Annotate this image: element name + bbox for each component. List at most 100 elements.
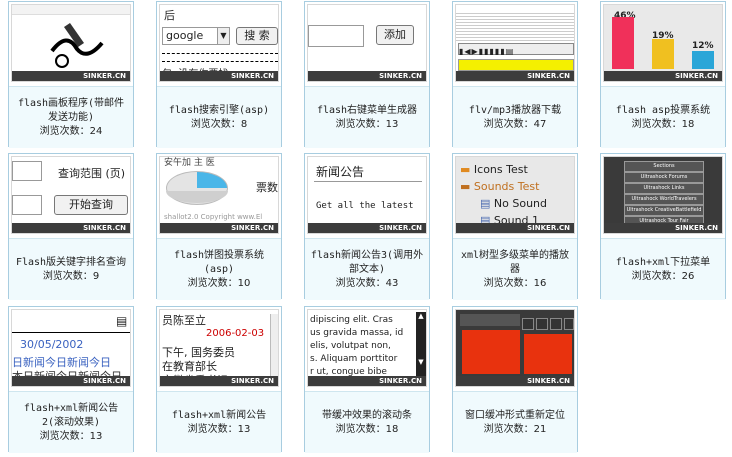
card-1[interactable]: SINKER.CN flash画板程序(带邮件发送功能) 浏览次数：24: [8, 1, 134, 148]
add-button: 添加: [376, 25, 414, 45]
watermark: SINKER.CN: [308, 223, 426, 233]
thumbnail[interactable]: 后 google ▼ 搜 索 包, 没有你要找 SINKER.CN: [159, 4, 279, 82]
card-4[interactable]: ▮◀▶▮▮▮▮▮▤ SINKER.CN flv/mp3播放器下载 浏览次数：47: [452, 1, 578, 148]
view-count: 浏览次数：8: [190, 118, 248, 130]
card-8[interactable]: 新闻公告 Get all the latest SINKER.CN flash新…: [304, 153, 430, 300]
range-label: 查询范围 (页): [58, 167, 126, 180]
search-button: 搜 索: [236, 27, 278, 45]
watermark: SINKER.CN: [12, 71, 130, 81]
view-count: 浏览次数：9: [42, 270, 100, 282]
watermark: SINKER.CN: [604, 223, 722, 233]
vote-bar: [692, 51, 714, 69]
card-caption: flash asp投票系统 浏览次数：18: [601, 86, 725, 148]
thumbnail[interactable]: ▤ 30/05/2002 日新闻今日新闻今日 本日新闻今日新闻今日 SINKER…: [11, 309, 131, 387]
view-count: 浏览次数：21: [483, 423, 547, 435]
text-input: [308, 25, 364, 47]
watermark: SINKER.CN: [12, 223, 130, 233]
scrollbar: ▲ ▼: [416, 312, 426, 376]
drawing-icon: [50, 23, 104, 68]
card-title[interactable]: 窗口缓冲形式重新定位: [465, 409, 565, 423]
card-title[interactable]: Flash版关键字排名查询: [16, 256, 126, 270]
view-count: 浏览次数：43: [335, 277, 399, 289]
watermark: SINKER.CN: [308, 376, 426, 386]
watermark: SINKER.CN: [160, 223, 278, 233]
scrollbar: [270, 314, 278, 376]
news-line: Get all the latest: [316, 201, 414, 211]
thumbnail[interactable]: Sections Ultrashock Forums Ultrashock Li…: [603, 156, 723, 234]
card-10[interactable]: Sections Ultrashock Forums Ultrashock Li…: [600, 153, 726, 300]
card-9[interactable]: ▬ Icons Test ▬ Sounds Test ▤ No Sound ▤ …: [452, 153, 578, 300]
card-5[interactable]: 46% 19% 12% SINKER.CN flash asp投票系统 浏览次数…: [600, 1, 726, 148]
watermark: SINKER.CN: [456, 376, 574, 386]
thumbnail[interactable]: 查询范围 (页) 开始查询 SINKER.CN: [11, 156, 131, 234]
search-engine-select: google ▼: [162, 27, 230, 45]
thumbnail[interactable]: SINKER.CN: [11, 4, 131, 82]
text-input: [12, 195, 42, 215]
card-title[interactable]: flash+xml新闻公告: [172, 409, 266, 423]
watermark: SINKER.CN: [160, 376, 278, 386]
card-2[interactable]: 后 google ▼ 搜 索 包, 没有你要找 SINKER.CN flash搜…: [156, 1, 282, 148]
tree-menu: ▬ Icons Test ▬ Sounds Test ▤ No Sound ▤ …: [460, 163, 547, 227]
card-7[interactable]: 安午加 主 医 票数 shallot2.0 Copyright www.El S…: [156, 153, 282, 300]
dropdown-menu: Sections Ultrashock Forums Ultrashock Li…: [624, 161, 704, 227]
thumbnail[interactable]: ▮◀▶▮▮▮▮▮▤ SINKER.CN: [455, 4, 575, 82]
card-title[interactable]: flash画板程序(带邮件发送功能): [13, 97, 129, 125]
thumbnail[interactable]: 添加 SINKER.CN: [307, 4, 427, 82]
thumb-text: 安午加 主 医: [164, 158, 215, 168]
card-title[interactable]: flash搜索引擎(asp): [169, 104, 269, 118]
watermark: SINKER.CN: [160, 71, 278, 81]
card-title[interactable]: flash右键菜单生成器: [317, 104, 417, 118]
news-date: 30/05/2002: [20, 338, 84, 351]
thumbnail[interactable]: 46% 19% 12% SINKER.CN: [603, 4, 723, 82]
card-13[interactable]: dipiscing elit. Cras us gravida massa, i…: [304, 306, 430, 453]
card-title[interactable]: 带缓冲效果的滚动条: [322, 409, 412, 423]
chevron-up-icon: ▲: [418, 312, 424, 320]
view-count: 浏览次数：18: [631, 118, 695, 130]
view-count: 浏览次数：24: [39, 125, 103, 137]
thumbnail[interactable]: 安午加 主 医 票数 shallot2.0 Copyright www.El S…: [159, 156, 279, 234]
view-count: 浏览次数：26: [631, 270, 695, 282]
card-title[interactable]: flash+xml新闻公告2(滚动效果): [13, 402, 129, 430]
chevron-down-icon: ▼: [418, 358, 424, 366]
card-title[interactable]: flash新闻公告3(调用外部文本): [309, 249, 425, 277]
card-title[interactable]: flash asp投票系统: [616, 104, 710, 118]
vote-bar: [652, 39, 674, 69]
chevron-down-icon: ▼: [217, 28, 229, 44]
card-12[interactable]: 员陈至立 2006-02-03 下午, 国务委员 在教育部长 安徽省委书记 SI…: [156, 306, 282, 453]
card-11[interactable]: ▤ 30/05/2002 日新闻今日新闻今日 本日新闻今日新闻今日 SINKER…: [8, 306, 134, 453]
view-count: 浏览次数：18: [335, 423, 399, 435]
card-3[interactable]: 添加 SINKER.CN flash右键菜单生成器 浏览次数：13: [304, 1, 430, 148]
watermark: SINKER.CN: [456, 71, 574, 81]
thumbnail[interactable]: dipiscing elit. Cras us gravida massa, i…: [307, 309, 427, 387]
card-14[interactable]: SINKER.CN 窗口缓冲形式重新定位 浏览次数：21: [452, 306, 578, 453]
card-title[interactable]: flash+xml下拉菜单: [616, 256, 710, 270]
vote-percent: 12%: [692, 41, 714, 51]
card-caption: 带缓冲效果的滚动条 浏览次数：18: [305, 391, 429, 453]
card-caption: flv/mp3播放器下载 浏览次数：47: [453, 86, 577, 148]
view-count: 浏览次数：47: [483, 118, 547, 130]
card-title[interactable]: xml树型多级菜单的播放器: [457, 249, 573, 277]
thumbnail[interactable]: 新闻公告 Get all the latest SINKER.CN: [307, 156, 427, 234]
view-count: 浏览次数：13: [335, 118, 399, 130]
card-caption: flash+xml新闻公告 浏览次数：13: [157, 391, 281, 453]
card-6[interactable]: 查询范围 (页) 开始查询 SINKER.CN Flash版关键字排名查询 浏览…: [8, 153, 134, 300]
thumbnail[interactable]: SINKER.CN: [455, 309, 575, 387]
thumbnail[interactable]: ▬ Icons Test ▬ Sounds Test ▤ No Sound ▤ …: [455, 156, 575, 234]
card-caption: Flash版关键字排名查询 浏览次数：9: [9, 238, 133, 300]
view-count: 浏览次数：10: [187, 277, 251, 289]
view-count: 浏览次数：13: [39, 430, 103, 442]
card-caption: flash搜索引擎(asp) 浏览次数：8: [157, 86, 281, 148]
view-count: 浏览次数：16: [483, 277, 547, 289]
vote-bar: [612, 17, 634, 69]
card-caption: flash+xml下拉菜单 浏览次数：26: [601, 238, 725, 300]
document-icon: ▤: [116, 314, 128, 328]
window-panel: [524, 334, 572, 374]
thumbnail[interactable]: 员陈至立 2006-02-03 下午, 国务委员 在教育部长 安徽省委书记 SI…: [159, 309, 279, 387]
watermark: SINKER.CN: [308, 71, 426, 81]
card-caption: flash饼图投票系统(asp) 浏览次数：10: [157, 238, 281, 300]
card-title[interactable]: flv/mp3播放器下载: [469, 104, 561, 118]
news-date: 2006-02-03: [206, 328, 265, 339]
card-caption: xml树型多级菜单的播放器 浏览次数：16: [453, 238, 577, 300]
window-panel: [462, 330, 520, 374]
card-title[interactable]: flash饼图投票系统(asp): [161, 249, 277, 277]
